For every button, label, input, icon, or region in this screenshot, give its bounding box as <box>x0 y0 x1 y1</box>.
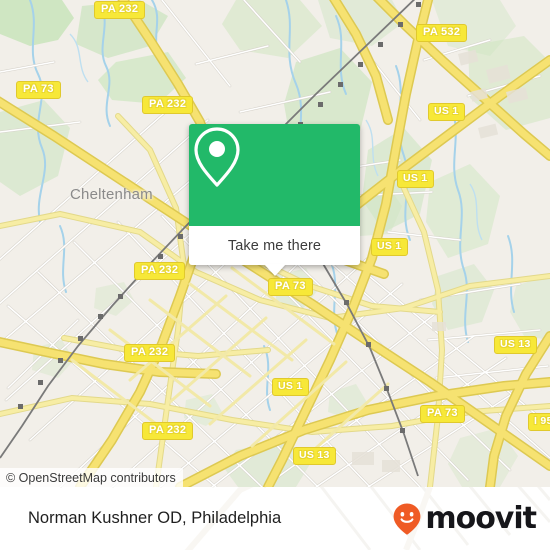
place-label-cheltenham: Cheltenham <box>70 186 153 203</box>
road-shield-us1[interactable]: US 1 <box>272 378 309 396</box>
map-canvas[interactable]: Cheltenham PA 232 PA 73 PA 232 PA 532 US… <box>0 0 550 487</box>
map-pin-icon <box>194 127 240 187</box>
road-shield-us1[interactable]: US 1 <box>371 238 408 256</box>
footer-bar: Norman Kushner OD, Philadelphia moovit <box>0 487 550 550</box>
popup-pointer-tail <box>263 264 286 276</box>
road-shield-pa232[interactable]: PA 232 <box>94 1 146 19</box>
osm-attribution[interactable]: © OpenStreetMap contributors <box>0 468 183 487</box>
road-shield-pa232[interactable]: PA 232 <box>142 96 194 114</box>
road-shield-pa73[interactable]: PA 73 <box>420 405 465 423</box>
location-popup-card[interactable]: Take me there <box>189 124 360 276</box>
road-shield-i95[interactable]: I 95 <box>528 413 550 431</box>
road-shield-pa232[interactable]: PA 232 <box>124 344 176 362</box>
page-title: Norman Kushner OD, Philadelphia <box>28 487 281 550</box>
page-title-text: Norman Kushner OD, Philadelphia <box>28 509 282 527</box>
take-me-there-label: Take me there <box>227 237 322 254</box>
moovit-map-screenshot: Cheltenham PA 232 PA 73 PA 232 PA 532 US… <box>0 0 550 550</box>
road-shield-us13[interactable]: US 13 <box>494 336 537 354</box>
road-shield-us1[interactable]: US 1 <box>428 103 465 121</box>
road-shield-pa232[interactable]: PA 232 <box>142 422 194 440</box>
moovit-smiling-pin-icon <box>393 503 421 535</box>
popup-action-bar[interactable]: Take me there <box>189 226 360 276</box>
road-shield-pa232[interactable]: PA 232 <box>134 262 186 280</box>
road-shield-us1[interactable]: US 1 <box>397 170 434 188</box>
moovit-logo[interactable]: moovit <box>392 487 537 550</box>
road-shield-pa532[interactable]: PA 532 <box>416 24 468 42</box>
popup-pin-panel <box>189 124 360 226</box>
road-shield-pa73[interactable]: PA 73 <box>268 278 313 296</box>
road-shield-pa73[interactable]: PA 73 <box>16 81 61 99</box>
road-shield-us13[interactable]: US 13 <box>293 447 336 465</box>
moovit-wordmark: moovit <box>425 500 537 536</box>
